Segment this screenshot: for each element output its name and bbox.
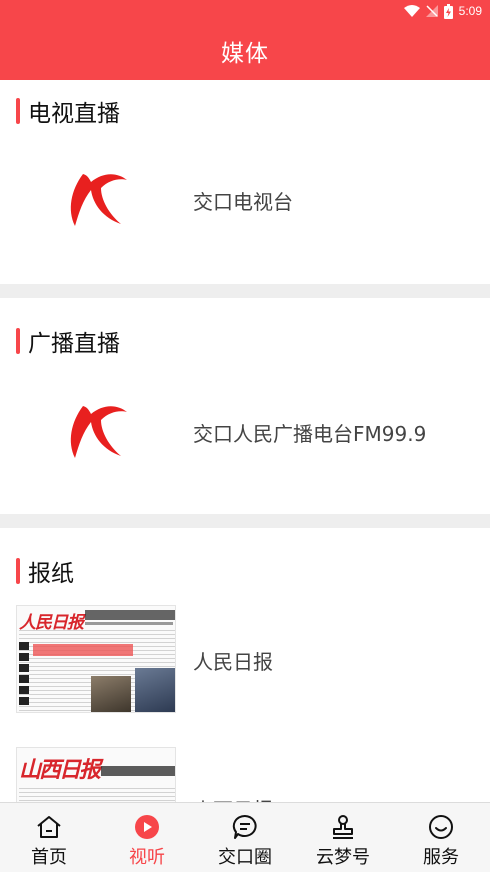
battery-charging-icon: [443, 3, 453, 19]
tab-media[interactable]: 视听: [98, 803, 196, 872]
tab-yunmeng[interactable]: 云梦号: [294, 803, 392, 872]
section-header: 电视直播: [16, 96, 120, 127]
list-item-tv-station[interactable]: 交口电视台: [0, 146, 490, 254]
stamp-icon: [329, 813, 357, 841]
wifi-icon: [403, 5, 420, 17]
section-divider: [0, 284, 490, 298]
status-bar: 5:09: [0, 0, 490, 22]
item-label: 交口电视台: [193, 190, 293, 214]
tab-services[interactable]: 服务: [392, 803, 490, 872]
list-item-radio-station[interactable]: 交口人民广播电台FM99.9: [0, 378, 490, 486]
media-list[interactable]: 电视直播 交口电视台 广播直播 交口人民广播电台FM99.9 报纸 人民日报 人…: [0, 80, 490, 802]
tab-label: 视听: [129, 847, 165, 868]
item-label: 交口人民广播电台FM99.9: [193, 422, 427, 446]
status-icons: 5:09: [403, 2, 482, 20]
item-label: 山西日报: [193, 794, 273, 802]
section-header: 报纸: [16, 556, 74, 587]
page-title: 媒体: [221, 41, 269, 67]
chat-icon: [231, 813, 259, 841]
section-header: 广播直播: [16, 326, 120, 357]
tab-home[interactable]: 首页: [0, 803, 98, 872]
tab-community[interactable]: 交口圈: [196, 803, 294, 872]
newspaper-front-page: 山西日报: [16, 747, 176, 802]
header: 媒体: [0, 22, 490, 80]
station-logo: [16, 378, 176, 486]
tab-label: 交口圈: [218, 847, 272, 868]
play-icon: [133, 813, 161, 841]
section-title: 报纸: [28, 561, 74, 587]
item-label: 人民日报: [193, 650, 273, 674]
section-newspapers: 报纸 人民日报 人民日报 山西日报: [0, 528, 490, 802]
status-time: 5:09: [458, 4, 482, 18]
section-accent-bar: [16, 328, 20, 354]
k-logo-icon: [70, 406, 127, 458]
section-accent-bar: [16, 98, 20, 124]
tab-label: 云梦号: [316, 847, 370, 868]
newspaper-masthead: 人民日报: [19, 613, 84, 633]
section-radio-live: 广播直播 交口人民广播电台FM99.9: [0, 298, 490, 514]
newspaper-thumbnail: 人民日报: [16, 604, 176, 714]
home-icon: [35, 813, 63, 841]
bottom-tab-bar: 首页 视听 交口圈 云梦号 服务: [0, 802, 490, 872]
section-divider: [0, 514, 490, 528]
section-title: 电视直播: [28, 101, 120, 127]
newspaper-front-page: 人民日报: [16, 605, 176, 713]
newspaper-masthead: 山西日报: [19, 757, 101, 783]
k-logo-icon: [70, 174, 127, 226]
section-tv-live: 电视直播 交口电视台: [0, 80, 490, 284]
list-item-newspaper[interactable]: 山西日报 山西日报: [0, 746, 490, 802]
section-title: 广播直播: [28, 331, 120, 357]
section-accent-bar: [16, 558, 20, 584]
newspaper-thumbnail: 山西日报: [16, 746, 176, 802]
station-logo: [16, 146, 176, 254]
list-item-newspaper[interactable]: 人民日报 人民日报: [0, 604, 490, 714]
tab-label: 服务: [423, 847, 459, 868]
smile-icon: [427, 813, 455, 841]
no-signal-icon: [425, 5, 438, 17]
tab-label: 首页: [31, 847, 67, 868]
